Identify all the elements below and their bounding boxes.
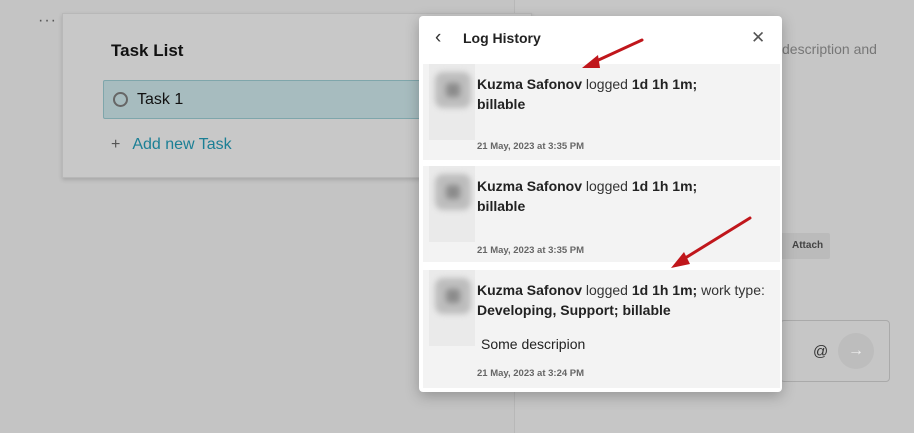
log-date: 21 May, 2023 at 3:35 PM [477,141,585,152]
log-history-modal: ‹ Log History ✕ Kuzma Safonov logged 1d … [419,16,782,392]
log-worktype-label: work type: [701,282,765,298]
comment-input-box[interactable]: @ → [780,320,890,382]
log-details: billable [477,96,526,112]
log-date: 21 May, 2023 at 3:35 PM [477,245,585,256]
user-avatar [429,64,475,140]
log-entry-text: Kuzma Safonov logged 1d 1h 1m; work type… [477,280,767,320]
log-verb: logged [585,282,628,298]
log-entry-text: Kuzma Safonov logged 1d 1h 1m; billable [477,176,767,216]
task-complete-radio-icon[interactable] [113,92,128,107]
log-entry: Kuzma Safonov logged 1d 1h 1m; billable … [423,64,780,160]
log-entry: Kuzma Safonov logged 1d 1h 1m; billable … [423,166,780,262]
plus-icon: + [111,136,121,153]
add-new-task-button[interactable]: + Add new Task [111,136,232,154]
log-duration: 1d 1h 1m; [631,76,698,92]
log-verb: logged [585,178,628,194]
modal-title: Log History [463,30,541,46]
attach-button[interactable]: Attach [780,233,830,259]
user-avatar [429,270,475,346]
user-avatar [429,166,475,242]
task-list-title: Task List [111,41,184,60]
back-chevron-icon[interactable]: ‹ [435,27,441,49]
description-placeholder: description and [782,41,877,57]
mention-icon[interactable]: @ [813,343,828,360]
modal-header: ‹ Log History ✕ [419,16,782,62]
log-details: Developing, Support; billable [477,302,671,318]
add-new-task-label: Add new Task [132,136,232,153]
send-arrow-icon[interactable]: → [838,333,874,369]
log-user: Kuzma Safonov [477,76,583,92]
log-verb: logged [585,76,628,92]
log-date: 21 May, 2023 at 3:24 PM [477,368,585,379]
log-user: Kuzma Safonov [477,178,583,194]
log-details: billable [477,198,526,214]
log-user: Kuzma Safonov [477,282,583,298]
more-options-icon[interactable]: ··· [38,12,57,30]
close-icon[interactable]: ✕ [751,28,765,48]
log-entry-text: Kuzma Safonov logged 1d 1h 1m; billable [477,74,767,114]
log-duration: 1d 1h 1m; [631,282,698,298]
task-name: Task 1 [137,91,184,108]
log-entry: Kuzma Safonov logged 1d 1h 1m; work type… [423,270,780,388]
log-note: Some descripion [481,336,586,352]
log-duration: 1d 1h 1m; [631,178,698,194]
